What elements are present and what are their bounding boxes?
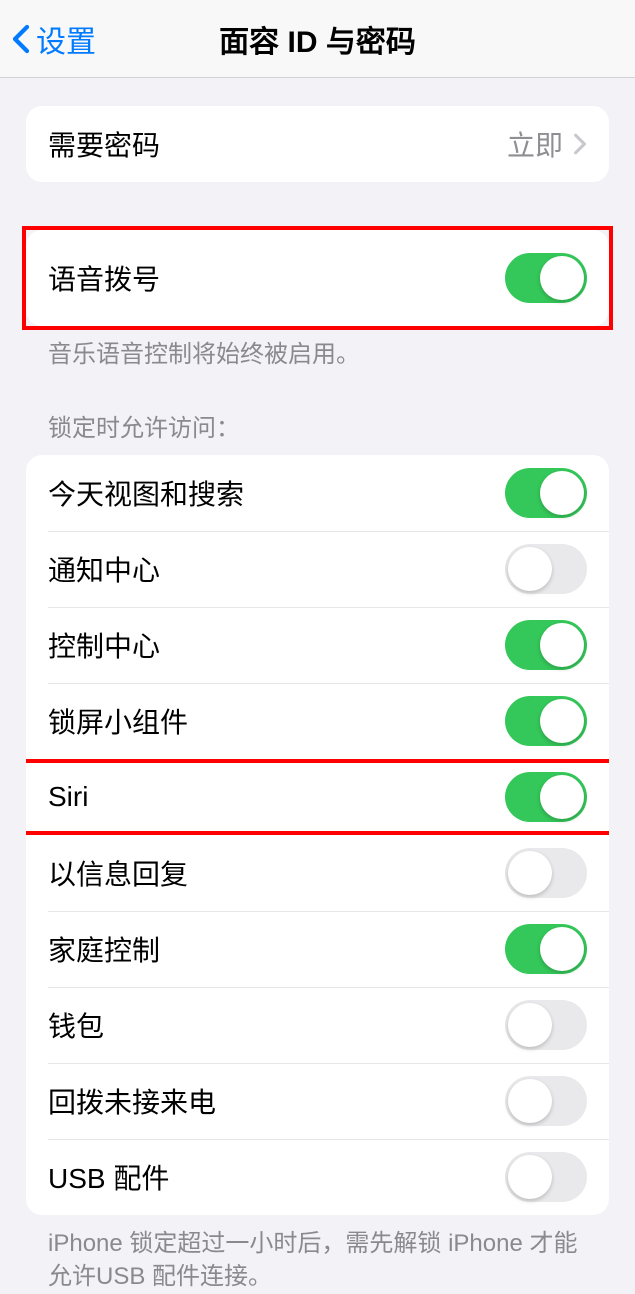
voice-dial-cell: 语音拨号 <box>26 230 609 326</box>
reply-message-label: 以信息回复 <box>48 853 188 893</box>
lock-access-group: 今天视图和搜索 通知中心 控制中心 锁屏小组件 Siri 以信息回复 家庭 <box>26 455 609 1215</box>
home-control-cell: 家庭控制 <box>26 911 609 987</box>
require-passcode-label: 需要密码 <box>48 124 160 164</box>
wallet-cell: 钱包 <box>26 987 609 1063</box>
passcode-group: 需要密码 立即 <box>26 106 609 182</box>
control-center-toggle[interactable] <box>505 620 587 670</box>
today-view-label: 今天视图和搜索 <box>48 473 244 513</box>
voice-dial-toggle[interactable] <box>505 253 587 303</box>
back-label: 设置 <box>36 17 96 61</box>
voice-dial-label: 语音拨号 <box>48 258 160 298</box>
today-view-toggle[interactable] <box>505 468 587 518</box>
back-button[interactable]: 设置 <box>0 17 96 61</box>
lock-widgets-cell: 锁屏小组件 <box>26 683 609 759</box>
usb-accessories-label: USB 配件 <box>48 1157 169 1197</box>
control-center-label: 控制中心 <box>48 625 160 665</box>
notification-center-toggle[interactable] <box>505 544 587 594</box>
home-control-label: 家庭控制 <box>48 929 160 969</box>
return-missed-call-cell: 回拨未接来电 <box>26 1063 609 1139</box>
page-title: 面容 ID 与密码 <box>219 17 416 61</box>
today-view-cell: 今天视图和搜索 <box>26 455 609 531</box>
voice-dial-footer: 音乐语音控制将始终被启用。 <box>26 326 609 372</box>
reply-message-cell: 以信息回复 <box>26 835 609 911</box>
require-passcode-cell[interactable]: 需要密码 立即 <box>26 106 609 182</box>
siri-label: Siri <box>48 781 88 813</box>
siri-cell: Siri <box>26 759 609 835</box>
home-control-toggle[interactable] <box>505 924 587 974</box>
wallet-toggle[interactable] <box>505 1000 587 1050</box>
lock-widgets-toggle[interactable] <box>505 696 587 746</box>
chevron-right-icon <box>573 133 587 155</box>
wallet-label: 钱包 <box>48 1005 104 1045</box>
usb-accessories-cell: USB 配件 <box>26 1139 609 1215</box>
lock-widgets-label: 锁屏小组件 <box>48 701 188 741</box>
nav-header: 设置 面容 ID 与密码 <box>0 0 635 78</box>
require-passcode-value: 立即 <box>507 124 563 164</box>
siri-toggle[interactable] <box>505 772 587 822</box>
control-center-cell: 控制中心 <box>26 607 609 683</box>
notification-center-cell: 通知中心 <box>26 531 609 607</box>
chevron-left-icon <box>12 24 30 54</box>
notification-center-label: 通知中心 <box>48 549 160 589</box>
usb-footer: iPhone 锁定超过一小时后，需先解锁 iPhone 才能允许USB 配件连接… <box>26 1215 609 1294</box>
return-missed-call-label: 回拨未接来电 <box>48 1081 216 1121</box>
usb-accessories-toggle[interactable] <box>505 1152 587 1202</box>
reply-message-toggle[interactable] <box>505 848 587 898</box>
voice-dial-group: 语音拨号 <box>26 230 609 326</box>
lock-access-header: 锁定时允许访问： <box>26 408 609 455</box>
return-missed-call-toggle[interactable] <box>505 1076 587 1126</box>
